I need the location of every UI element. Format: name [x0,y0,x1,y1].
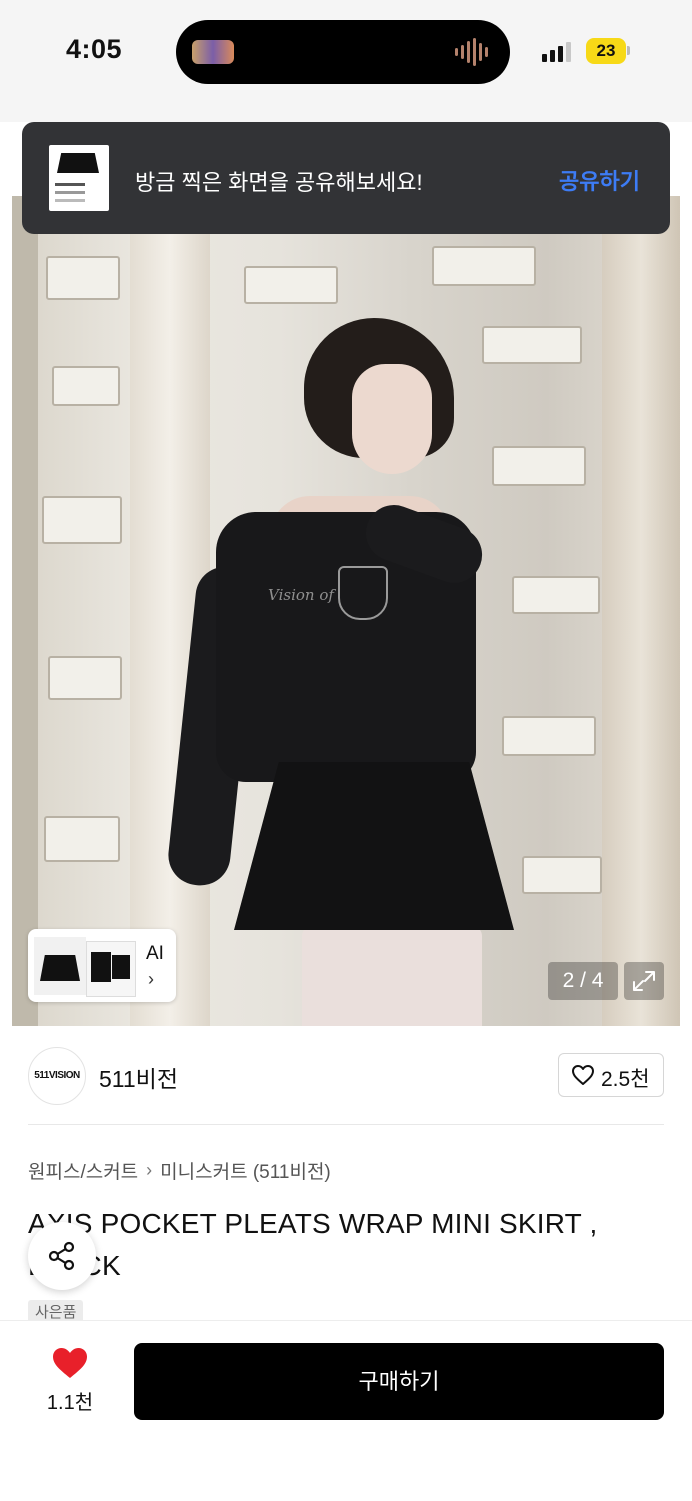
breadcrumb-subcategory[interactable]: 미니스커트 (511비전) [160,1157,331,1184]
brand-logo[interactable]: 511VISION [28,1047,86,1105]
wishlist-count: 1.1천 [46,1392,94,1414]
brand-like-button[interactable]: 2.5천 [558,1053,664,1097]
heart-outline-icon [572,1065,594,1085]
screenshot-thumbnail[interactable] [49,145,109,211]
photo-brick [482,326,582,364]
model-face [352,364,432,474]
toast-share-button[interactable]: 공유하기 [559,164,640,196]
model-legs [302,926,482,1026]
photo-brick [244,266,338,304]
brand-like-count: 2.5천 [601,1068,650,1091]
photo-brick [512,576,600,614]
brand-name[interactable]: 511비전 [99,1060,178,1094]
breadcrumb: 원피스/스커트 › 미니스커트 (511비전) [28,1157,331,1184]
shirt-script-print: Vision of [268,586,334,604]
photo-brick [42,496,122,544]
section-divider [28,1124,664,1125]
expand-icon [633,971,655,991]
clock: 4:05 [66,34,123,64]
shirt-crest [338,566,388,620]
photo-brick [492,446,586,486]
bottom-action-bar: 1.1천 구매하기 [0,1320,692,1501]
heart-filled-icon[interactable] [50,1345,90,1381]
breadcrumb-category[interactable]: 원피스/스커트 [28,1157,138,1184]
photo-brick [522,856,602,894]
battery-tip [627,46,630,55]
photo-pillar-right [602,196,680,1026]
ai-thumbnail-back [108,943,132,993]
photo-brick [432,246,536,286]
share-button[interactable] [28,1222,96,1290]
now-playing-artwork [192,40,234,64]
buy-button[interactable]: 구매하기 [134,1343,664,1420]
ai-similar-products-card[interactable]: AI › [28,929,176,1002]
cellular-signal-icon [542,40,571,62]
image-page-indicator: 2 / 4 [548,962,618,1000]
chevron-right-icon: › [146,1160,153,1180]
photo-brick [52,366,120,406]
chevron-right-icon: › [148,969,154,989]
product-image[interactable]: Vision of [12,196,680,1026]
screenshot-share-toast: 방금 찍은 화면을 공유해보세요! 공유하기 [22,122,670,234]
toast-message: 방금 찍은 화면을 공유해보세요! [135,170,423,195]
dynamic-island[interactable] [176,20,510,84]
share-icon [48,1241,75,1271]
photo-brick [48,656,122,700]
ai-label: AI [146,943,164,964]
battery-icon: 23 [586,38,626,64]
fullscreen-button[interactable] [624,962,664,1000]
photo-wall-edge [12,196,38,1026]
audio-waveform-icon [455,38,488,66]
photo-brick [46,256,120,300]
photo-brick [502,716,596,756]
ai-thumbnail-skirt [34,937,86,995]
model-skirt [234,762,514,930]
status-bar: 4:05 23 [0,0,692,122]
photo-brick [44,816,120,862]
product-title: AXIS POCKET PLEATS WRAP MINI SKIRT , BLA… [28,1208,598,1281]
